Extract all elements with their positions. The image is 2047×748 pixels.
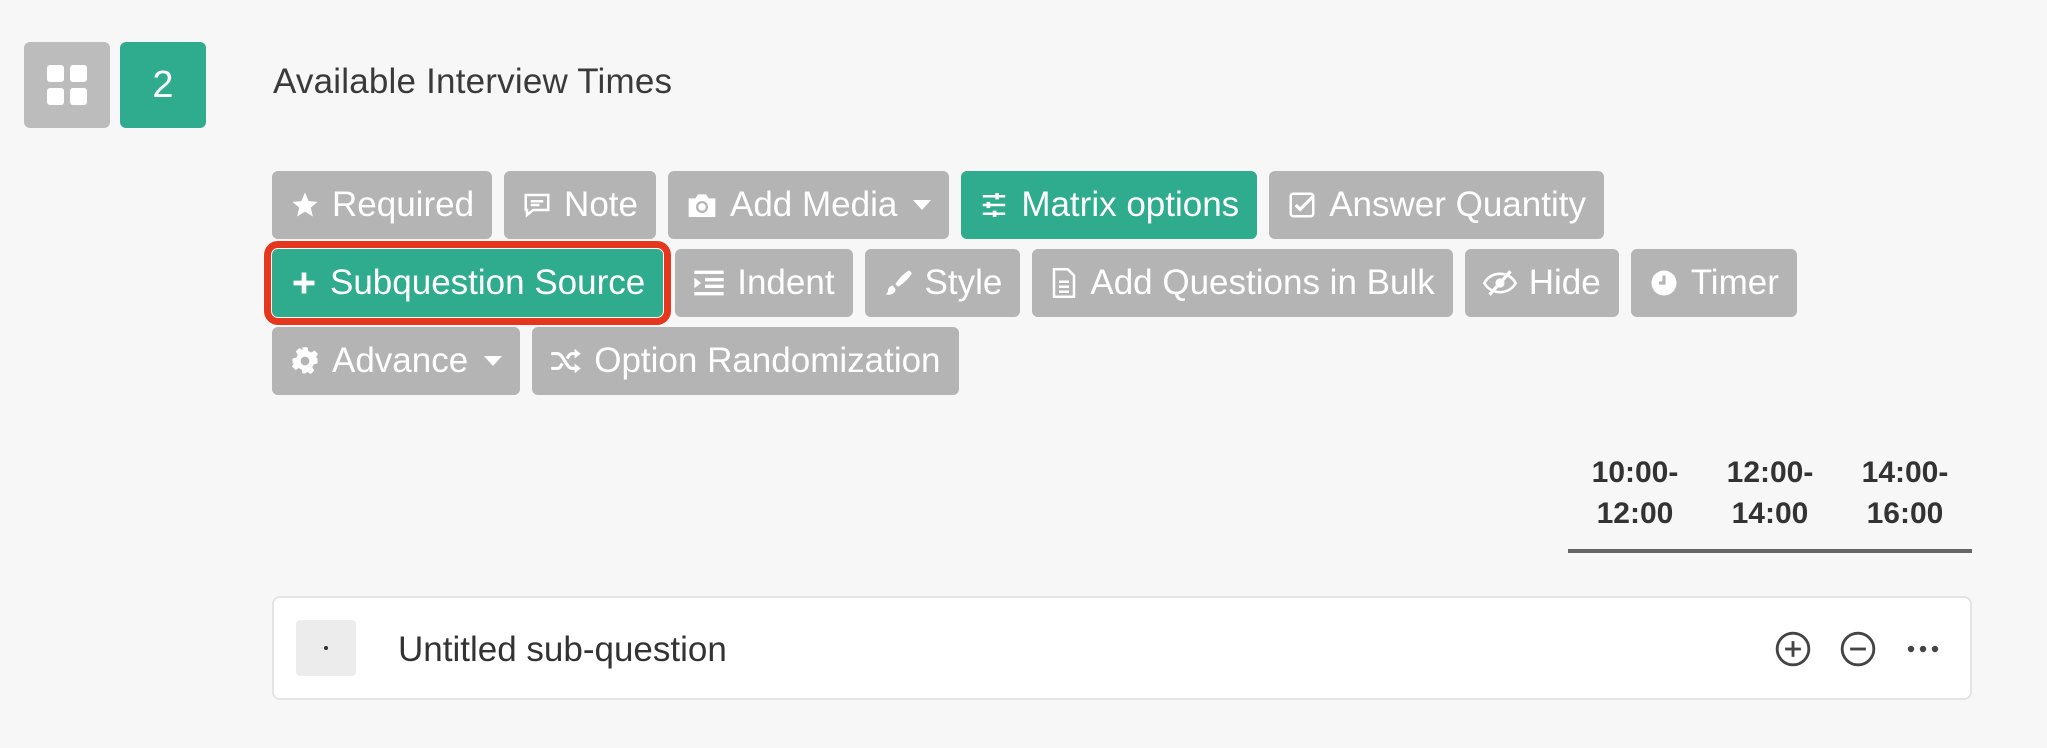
column-header-line2: 14:00	[1731, 497, 1809, 530]
note-button[interactable]: Note	[504, 171, 656, 239]
subquestion-row: Untitled sub-question	[272, 596, 1972, 700]
document-icon	[1053, 268, 1076, 298]
answer-quantity-label: Answer Quantity	[1329, 185, 1586, 224]
indent-icon	[694, 270, 724, 296]
subquestion-source-button[interactable]: Subquestion Source	[263, 241, 672, 325]
chevron-down-icon	[913, 200, 932, 210]
column-header-line2: 12:00	[1596, 497, 1674, 530]
grid-icon	[47, 65, 87, 105]
hide-button[interactable]: Hide	[1464, 249, 1619, 317]
shuffle-icon	[551, 348, 581, 374]
matrix-options-label: Matrix options	[1021, 185, 1240, 224]
column-header-line1: 12:00-	[1726, 456, 1814, 489]
column-header: 12:00- 14:00	[1710, 452, 1830, 534]
column-header: 10:00- 12:00	[1575, 452, 1695, 534]
option-randomization-label: Option Randomization	[594, 341, 941, 380]
matrix-options-button[interactable]: Matrix options	[961, 171, 1258, 239]
plus-icon	[293, 272, 315, 294]
column-header-line1: 14:00-	[1861, 456, 1949, 489]
subquestion-label[interactable]: Untitled sub-question	[398, 630, 727, 670]
add-media-button[interactable]: Add Media	[667, 171, 950, 239]
advance-button[interactable]: Advance	[272, 327, 521, 395]
column-header-divider	[1568, 549, 1972, 553]
remove-subquestion-button[interactable]	[1839, 630, 1877, 668]
more-horizontal-icon	[1907, 645, 1939, 653]
add-subquestion-button[interactable]	[1774, 630, 1812, 668]
sliders-icon	[983, 193, 1006, 217]
minus-circle-icon	[1840, 631, 1876, 667]
indent-label: Indent	[737, 263, 835, 302]
gear-icon	[292, 347, 318, 374]
note-label: Note	[564, 185, 638, 224]
style-button[interactable]: Style	[864, 249, 1021, 317]
checkbox-icon	[1289, 192, 1315, 218]
more-options-button[interactable]	[1904, 630, 1942, 668]
star-icon	[292, 192, 318, 217]
advance-label: Advance	[332, 341, 469, 380]
column-header-line2: 16:00	[1866, 497, 1944, 530]
eye-slash-icon	[1482, 270, 1517, 296]
add-questions-in-bulk-button[interactable]: Add Questions in Bulk	[1032, 249, 1453, 317]
answer-quantity-button[interactable]: Answer Quantity	[1269, 171, 1604, 239]
style-label: Style	[924, 263, 1003, 302]
hide-label: Hide	[1528, 263, 1601, 302]
drag-handle[interactable]	[296, 620, 356, 676]
column-header: 14:00- 16:00	[1845, 452, 1965, 534]
question-title[interactable]: Available Interview Times	[273, 62, 672, 102]
add-media-label: Add Media	[729, 185, 898, 224]
chevron-down-icon	[484, 356, 503, 366]
camera-icon	[688, 194, 716, 217]
indent-button[interactable]: Indent	[675, 249, 853, 317]
plus-circle-icon	[1775, 631, 1811, 667]
required-label: Required	[332, 185, 475, 224]
toolbar-row-1: Required Note Add Media Matrix options A…	[272, 171, 1604, 239]
timer-label: Timer	[1690, 263, 1779, 302]
brush-icon	[885, 270, 912, 295]
clock-icon	[1651, 270, 1677, 296]
toolbar-row-2: Subquestion Source Indent Style Add Ques…	[263, 241, 1797, 325]
required-button[interactable]: Required	[272, 171, 493, 239]
timer-button[interactable]: Timer	[1630, 249, 1797, 317]
option-randomization-button[interactable]: Option Randomization	[532, 327, 959, 395]
subquestion-source-label: Subquestion Source	[330, 263, 646, 302]
toolbar-row-3: Advance Option Randomization	[272, 327, 959, 395]
add-questions-in-bulk-label: Add Questions in Bulk	[1090, 263, 1435, 302]
question-number-badge[interactable]: 2	[120, 42, 206, 128]
column-header-line1: 10:00-	[1591, 456, 1679, 489]
comment-icon	[524, 193, 550, 218]
grid-view-button[interactable]	[24, 42, 110, 128]
